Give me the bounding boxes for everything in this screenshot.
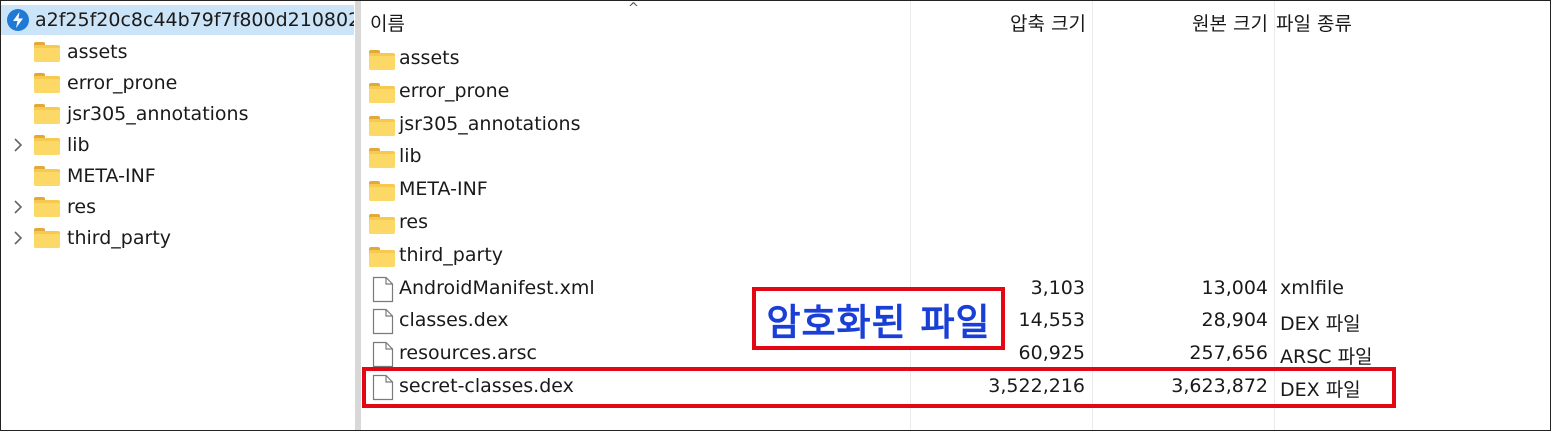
column-header-bar: ^ 이름 압축 크기 원본 크기 파일 종류 bbox=[362, 1, 1550, 41]
folder-icon bbox=[369, 115, 395, 136]
file-icon bbox=[372, 276, 394, 303]
file-name: lib bbox=[399, 145, 422, 168]
column-header-compressed-size[interactable]: 압축 크기 bbox=[909, 9, 1086, 36]
tree-item-label: third_party bbox=[67, 227, 172, 249]
zip-archive-icon bbox=[7, 9, 29, 31]
tree-root-archive[interactable]: a2f25f20c8c44b79f7f800d210802 bbox=[1, 5, 354, 35]
file-row[interactable]: lib bbox=[362, 141, 1550, 173]
original-size: 28,904 bbox=[1201, 309, 1268, 332]
tree-item-label: jsr305_annotations bbox=[67, 103, 249, 125]
file-row[interactable]: jsr305_annotations bbox=[362, 109, 1550, 141]
folder-icon bbox=[34, 104, 60, 124]
folder-icon bbox=[369, 50, 395, 70]
pane-splitter[interactable] bbox=[355, 1, 361, 430]
folder-icon bbox=[369, 82, 395, 103]
sort-ascending-icon: ^ bbox=[628, 1, 639, 16]
folder-icon bbox=[369, 214, 395, 234]
file-name: AndroidManifest.xml bbox=[399, 276, 595, 299]
file-name: META-INF bbox=[399, 178, 488, 201]
column-header-file-type[interactable]: 파일 종류 bbox=[1276, 9, 1352, 36]
tree-item[interactable]: third_party bbox=[1, 223, 354, 253]
file-type: DEX 파일 bbox=[1280, 313, 1361, 336]
file-type: xmlfile bbox=[1280, 276, 1344, 299]
original-size: 257,656 bbox=[1189, 342, 1268, 365]
folder-icon bbox=[369, 181, 395, 202]
tree-item-label: lib bbox=[67, 134, 90, 156]
folder-icon bbox=[369, 246, 395, 267]
tree-item[interactable]: META-INF bbox=[1, 161, 354, 191]
file-row[interactable]: META-INF bbox=[362, 174, 1550, 206]
folder-tree: a2f25f20c8c44b79f7f800d210802 assets erro… bbox=[1, 1, 354, 430]
file-row[interactable]: assets bbox=[362, 43, 1550, 75]
callout-text: 암호화된 파일 bbox=[766, 300, 991, 344]
folder-icon bbox=[34, 197, 60, 217]
folder-icon bbox=[34, 135, 60, 155]
original-size: 13,004 bbox=[1201, 276, 1268, 299]
file-icon bbox=[372, 308, 394, 335]
tree-item-label: META-INF bbox=[67, 165, 156, 187]
chevron-right-icon[interactable] bbox=[11, 192, 25, 222]
tree-item-label: assets bbox=[67, 41, 128, 63]
file-name: res bbox=[399, 211, 428, 233]
file-name: classes.dex bbox=[399, 309, 509, 332]
column-header-original-size[interactable]: 원본 크기 bbox=[1091, 9, 1268, 36]
chevron-right-icon[interactable] bbox=[11, 130, 25, 160]
archive-window: a2f25f20c8c44b79f7f800d210802 assets erro… bbox=[0, 0, 1551, 431]
tree-item[interactable]: error_prone bbox=[1, 68, 354, 98]
file-name: jsr305_annotations bbox=[399, 112, 581, 135]
file-row[interactable]: res bbox=[362, 207, 1550, 239]
tree-item-label: res bbox=[67, 196, 96, 218]
tree-root-label: a2f25f20c8c44b79f7f800d210802 bbox=[35, 9, 354, 31]
file-name: error_prone bbox=[399, 79, 510, 102]
file-row[interactable]: third_party bbox=[362, 240, 1550, 272]
encrypted-file-callout: 암호화된 파일 bbox=[752, 287, 1005, 350]
tree-item[interactable]: res bbox=[1, 192, 354, 222]
tree-item[interactable]: jsr305_annotations bbox=[1, 99, 354, 129]
folder-icon bbox=[34, 166, 60, 186]
file-row[interactable]: error_prone bbox=[362, 76, 1550, 108]
file-name: assets bbox=[399, 47, 460, 69]
folder-icon bbox=[369, 148, 395, 169]
file-name: third_party bbox=[399, 243, 504, 266]
file-type: ARSC 파일 bbox=[1280, 346, 1373, 369]
folder-icon bbox=[34, 228, 60, 248]
column-divider bbox=[1550, 1, 1551, 431]
highlight-box bbox=[362, 367, 1396, 408]
tree-item[interactable]: assets bbox=[1, 37, 354, 67]
column-header-name[interactable]: 이름 bbox=[370, 9, 405, 36]
tree-item-label: error_prone bbox=[67, 72, 178, 94]
tree-item[interactable]: lib bbox=[1, 130, 354, 160]
chevron-right-icon[interactable] bbox=[11, 223, 25, 253]
folder-icon bbox=[34, 42, 60, 62]
file-name: resources.arsc bbox=[399, 342, 537, 365]
file-icon bbox=[372, 341, 394, 368]
folder-icon bbox=[34, 73, 60, 93]
